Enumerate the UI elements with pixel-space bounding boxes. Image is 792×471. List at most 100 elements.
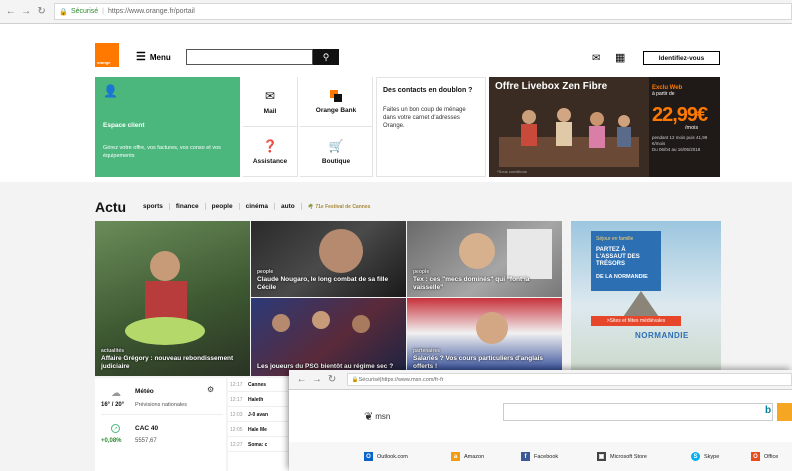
boutique-tile[interactable]: 🛒 Boutique <box>300 127 373 177</box>
msn-browser-window: ← → ↻ 🔒 Sécurisé | https://www.msn.com/f… <box>289 370 792 471</box>
feed-item[interactable]: 12:27 Soma: c <box>228 438 288 452</box>
feed-text: Soma: c <box>248 441 268 448</box>
category-sports[interactable]: sports <box>143 203 170 210</box>
livebox-promo: Exclu Web à partir de <box>652 85 682 97</box>
orange-bank-tile[interactable]: Orange Bank <box>300 77 373 127</box>
back-icon[interactable]: ← <box>295 373 308 387</box>
address-bar[interactable]: 🔒 Sécurisé | https://www.orange.fr/porta… <box>54 3 792 20</box>
msn-search-input[interactable] <box>503 403 773 421</box>
livebox-price: 22,99€ <box>652 104 708 126</box>
msn-address-bar[interactable]: 🔒 Sécurisé | https://www.msn.com/fr-fr <box>346 373 792 386</box>
bing-icon[interactable]: b <box>765 405 771 416</box>
livebox-footer: *Sous conditions <box>497 169 527 174</box>
normandie-ad[interactable]: Séjour en famille PARTEZ À L'ASSAUT DES … <box>571 221 721 376</box>
category-finance[interactable]: finance <box>170 203 206 210</box>
link-facebook[interactable]: f Facebook <box>521 452 558 461</box>
feed-item[interactable]: 12:03 J-0 avan <box>228 408 288 422</box>
forward-icon[interactable]: → <box>19 5 32 19</box>
news-tag: people <box>413 269 430 275</box>
screen: ← → ↻ 🔒 Sécurisé | https://www.orange.fr… <box>0 0 792 471</box>
link-outlook[interactable]: O Outlook.com <box>364 452 408 461</box>
news-title: Les joueurs du PSG bientôt au régime sec… <box>257 363 394 370</box>
feed-item[interactable]: 12:05 Hale Me <box>228 423 288 437</box>
feed-item[interactable]: 12:17 Haleth <box>228 393 288 407</box>
boutique-label: Boutique <box>321 157 351 165</box>
livebox-title: Offre Livebox Zen Fibre <box>495 81 608 92</box>
news-card[interactable]: people Tex : ces "mecs dominés" qui "font… <box>407 221 562 297</box>
contacts-ad[interactable]: Des contacts en doublon ? Faites un bon … <box>376 77 486 177</box>
mont-saint-michel-shape <box>623 291 659 317</box>
msn-url-text: https://www.msn.com/fr-fr <box>381 376 444 383</box>
butterfly-icon: ❦ <box>364 411 374 423</box>
category-people[interactable]: people <box>206 203 240 210</box>
cannes-festival-label: 71e Festival de Cannes <box>315 203 371 210</box>
office-icon: O <box>751 452 760 461</box>
login-button[interactable]: Identifiez-vous <box>643 51 720 65</box>
news-card[interactable]: people Claude Nougaro, le long combat de … <box>251 221 406 297</box>
contacts-ad-heading: Des contacts en doublon ? <box>383 87 473 94</box>
feed-item[interactable]: 12:17 Cannes <box>228 378 288 392</box>
news-title: Salariés ? Vos cours particuliers d'angl… <box>413 355 544 370</box>
market-change: +0,08% <box>101 438 122 444</box>
msn-search-button[interactable] <box>777 403 792 421</box>
url-text: https://www.orange.fr/portail <box>108 8 195 15</box>
reload-icon[interactable]: ↻ <box>35 5 48 19</box>
feed-time: 12:17 <box>230 396 243 403</box>
quick-tiles: 👤 Espace client Gérez votre offre, vos f… <box>95 77 720 177</box>
espace-client-tile[interactable]: 👤 Espace client Gérez votre offre, vos f… <box>95 77 240 177</box>
news-tag: people <box>257 269 274 275</box>
link-label: Office <box>764 453 779 460</box>
mail-icon[interactable]: ✉ <box>592 53 600 64</box>
cart-icon: 🛒 <box>328 138 344 153</box>
cannes-festival-link[interactable]: 🌴 71e Festival de Cannes <box>308 204 371 210</box>
feed-time: 12:17 <box>230 381 243 388</box>
market-title[interactable]: CAC 40 <box>135 425 158 432</box>
msn-browser-toolbar: ← → ↻ 🔒 Sécurisé | https://www.msn.com/f… <box>289 370 792 390</box>
espace-client-title: Espace client <box>103 122 145 129</box>
livebox-fine-text: pendant 12 mois puis 41,99 €/mois <box>652 135 708 146</box>
family-photo <box>489 77 649 177</box>
link-office[interactable]: O Office <box>751 452 778 461</box>
category-cinema[interactable]: cinéma <box>240 203 275 210</box>
gear-icon[interactable]: ⚙ <box>207 385 214 394</box>
menu-button[interactable]: ☰ Menu <box>136 52 171 63</box>
link-microsoft-store[interactable]: ▣ Microsoft Store <box>597 452 647 461</box>
news-card[interactable]: actualités Affaire Grégory : nouveau rebo… <box>95 221 250 376</box>
orange-logo[interactable]: orange <box>95 43 119 67</box>
weather-temps: 16° / 20° <box>101 402 125 408</box>
livebox-ad[interactable]: Offre Livebox Zen Fibre Exclu Web à part… <box>489 77 720 177</box>
category-auto[interactable]: auto <box>275 203 302 210</box>
actu-categories: sports finance people cinéma auto 🌴 71e … <box>143 203 370 210</box>
link-label: Facebook <box>534 453 559 460</box>
feed-time: 12:05 <box>230 426 243 433</box>
feed-time: 12:03 <box>230 411 243 418</box>
news-tag: partenaires <box>413 348 440 354</box>
back-icon[interactable]: ← <box>4 5 17 19</box>
store-icon: ▣ <box>597 452 606 461</box>
link-amazon[interactable]: a Amazon <box>451 452 484 461</box>
actu-title: Actu <box>95 199 127 215</box>
weather-icon: ☁ <box>111 388 121 399</box>
envelope-icon: ✉ <box>264 88 276 103</box>
assistance-tile[interactable]: ❓ Assistance <box>243 127 298 177</box>
livebox-period: /mois <box>685 125 699 131</box>
divider <box>101 414 223 415</box>
news-card[interactable]: partenaires Salariés ? Vos cours particul… <box>407 298 562 376</box>
normandie-cta[interactable]: > Sites et fêtes médiévales <box>591 316 681 326</box>
normandie-subline: DE LA NORMANDIE <box>596 274 648 280</box>
news-feed: 12:17 Cannes 12:17 Haleth 12:03 J-0 avan 12… <box>228 378 288 471</box>
link-skype[interactable]: S Skype <box>691 452 719 461</box>
news-card[interactable]: Les joueurs du PSG bientôt au régime sec… <box>251 298 406 376</box>
apps-grid-icon[interactable]: ▦ <box>615 51 625 64</box>
search-button[interactable]: ⚲ <box>313 49 339 65</box>
hamburger-icon: ☰ <box>136 51 146 63</box>
site-header: orange ☰ Menu ⚲ ✉ ▦ Identifiez-vous <box>0 24 792 74</box>
forward-icon[interactable]: → <box>310 373 323 387</box>
search-input[interactable] <box>186 49 313 65</box>
secure-label: Sécurisé <box>70 8 99 15</box>
reload-icon[interactable]: ↻ <box>326 373 339 387</box>
msn-logo[interactable]: ❦ msn <box>364 410 390 423</box>
mail-tile[interactable]: ✉ Mail <box>243 77 298 127</box>
search-icon: ⚲ <box>322 51 330 62</box>
weather-title[interactable]: Météo <box>135 388 154 395</box>
